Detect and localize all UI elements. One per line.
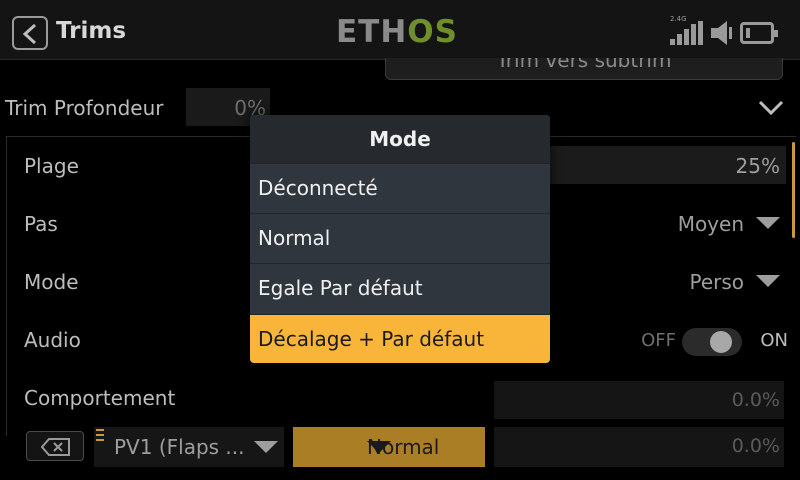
comportement-label: Comportement bbox=[24, 386, 176, 410]
popup-option-label: Normal bbox=[258, 226, 331, 250]
mode-label: Mode bbox=[24, 270, 79, 294]
behavior-value: 0.0% bbox=[731, 435, 780, 457]
toggle-knob[interactable] bbox=[710, 331, 732, 353]
dropdown-arrow-icon bbox=[254, 441, 278, 453]
behavior-mode-dropdown[interactable]: Normal bbox=[293, 427, 485, 467]
backspace-icon bbox=[41, 438, 70, 456]
ethos-logo: ETHOS bbox=[336, 14, 458, 50]
pas-label: Pas bbox=[24, 212, 58, 236]
popup-option-deconnecte[interactable]: Déconnecté bbox=[250, 163, 550, 212]
behavior-line: PV1 (Flaps ... Normal 0.0% bbox=[0, 427, 800, 469]
mode-value: Perso bbox=[689, 270, 744, 294]
dropdown-arrow-icon bbox=[756, 217, 780, 229]
trim-section-label: Trim Profondeur bbox=[5, 96, 164, 120]
plage-value: 25% bbox=[735, 154, 780, 178]
signal-strength-icon bbox=[670, 21, 704, 45]
chevron-left-icon bbox=[22, 23, 37, 45]
delete-button[interactable] bbox=[26, 431, 84, 461]
toggle-track[interactable] bbox=[682, 328, 742, 356]
toggle-off-label: OFF bbox=[641, 330, 676, 351]
speaker-icon bbox=[711, 21, 732, 45]
popup-option-decalage[interactable]: Décalage + Par défaut bbox=[250, 314, 550, 363]
popup-option-label: Egale Par défaut bbox=[258, 276, 423, 300]
battery-icon bbox=[740, 22, 778, 44]
pas-value: Moyen bbox=[677, 212, 744, 236]
pas-dropdown[interactable]: Moyen bbox=[678, 212, 780, 236]
audio-toggle[interactable]: OFF ON bbox=[608, 328, 788, 356]
popup-header: Mode bbox=[250, 115, 550, 163]
status-icons: 2.4G bbox=[670, 15, 788, 47]
comportement-value: 0.0% bbox=[731, 389, 780, 411]
chevron-down-icon[interactable] bbox=[758, 100, 784, 116]
popup-title: Mode bbox=[369, 127, 431, 151]
source-menu-icon bbox=[94, 429, 106, 443]
page-title: Trims bbox=[56, 18, 127, 44]
behavior-value-field[interactable]: 0.0% bbox=[494, 427, 784, 467]
dropdown-arrow-icon bbox=[367, 441, 391, 453]
back-button[interactable] bbox=[12, 16, 48, 50]
trim-to-subtrim-label: Trim vers subtrim bbox=[496, 58, 672, 72]
popup-option-egale[interactable]: Egale Par défaut bbox=[250, 263, 550, 312]
popup-option-label: Déconnecté bbox=[258, 176, 378, 200]
source-value: PV1 (Flaps ... bbox=[114, 435, 245, 459]
popup-option-normal[interactable]: Normal bbox=[250, 213, 550, 262]
mode-popup: Mode Déconnecté Normal Egale Par défaut … bbox=[250, 115, 550, 363]
popup-option-label: Décalage + Par défaut bbox=[258, 327, 485, 351]
logo-text-part1: ETH bbox=[336, 14, 408, 50]
trim-to-subtrim-button[interactable]: Trim vers subtrim bbox=[385, 58, 783, 80]
plage-label: Plage bbox=[24, 154, 79, 178]
logo-text-part2: OS bbox=[407, 14, 458, 50]
source-dropdown[interactable]: PV1 (Flaps ... bbox=[94, 427, 284, 467]
audio-label: Audio bbox=[24, 328, 81, 352]
mode-dropdown[interactable]: Perso bbox=[689, 270, 780, 294]
comportement-value-field[interactable]: 0.0% bbox=[494, 381, 784, 419]
toggle-on-label: ON bbox=[760, 330, 788, 351]
dropdown-arrow-icon bbox=[756, 275, 780, 287]
header-bar: Trims ETHOS 2.4G bbox=[0, 0, 800, 60]
